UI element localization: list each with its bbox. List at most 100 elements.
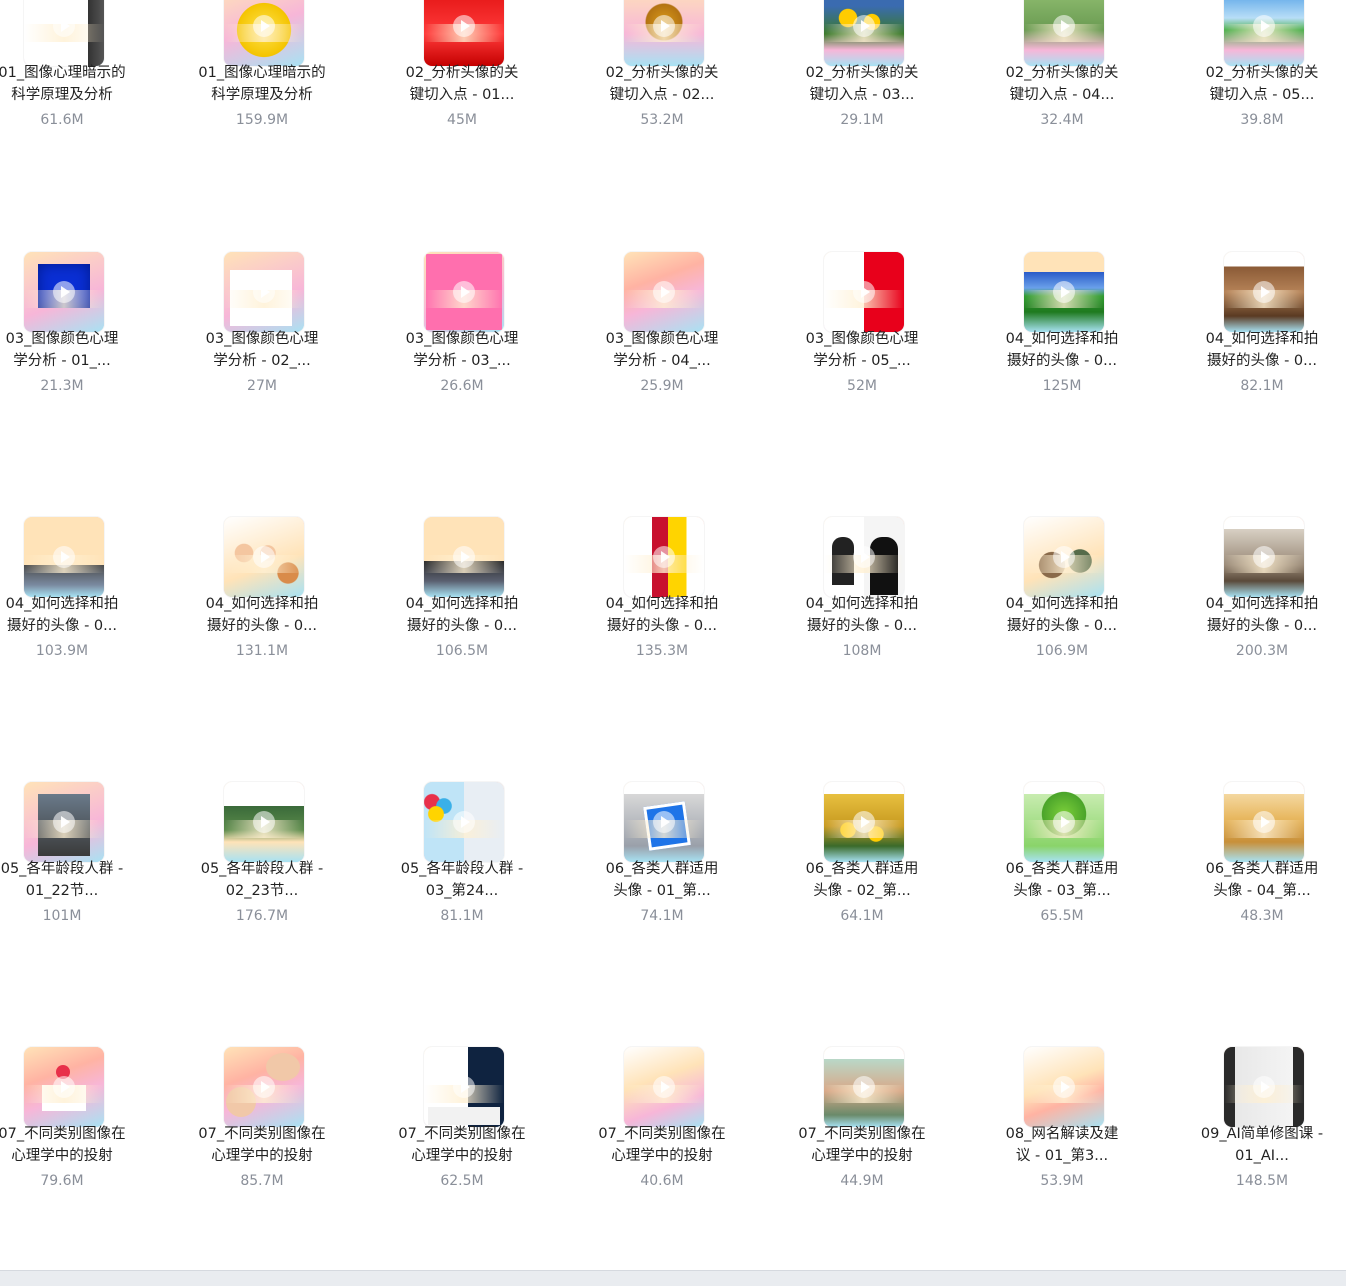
play-icon: [653, 281, 675, 303]
play-icon: [1053, 281, 1075, 303]
video-thumbnail[interactable]: [24, 0, 104, 66]
video-thumbnail[interactable]: [1224, 517, 1304, 597]
play-icon: [1253, 15, 1275, 37]
play-icon: [1053, 546, 1075, 568]
file-name: 04_如何选择和拍 摄好的头像 - 0...: [405, 596, 519, 634]
video-thumbnail[interactable]: [624, 252, 704, 332]
play-icon: [53, 546, 75, 568]
file-size: 45M: [447, 112, 477, 128]
play-icon: [1253, 811, 1275, 833]
file-name: 04_如何选择和拍 摄好的头像 - 0...: [1205, 596, 1319, 634]
play-icon: [853, 1076, 875, 1098]
video-thumbnail[interactable]: [824, 782, 904, 862]
file-name: 08_网名解读及建 议 - 01_第3...: [1005, 1126, 1119, 1164]
file-name: 01_图像心理暗示的 科学原理及分析: [0, 65, 126, 103]
play-icon: [453, 811, 475, 833]
file-size: 32.4M: [1040, 112, 1084, 128]
file-name: 03_图像颜色心理 学分析 - 04_...: [605, 331, 719, 369]
file-size: 85.7M: [240, 1173, 284, 1189]
video-thumbnail[interactable]: [1224, 252, 1304, 332]
video-thumbnail[interactable]: [824, 0, 904, 66]
video-thumbnail[interactable]: [24, 252, 104, 332]
bottom-status-bar: [0, 1270, 1346, 1286]
video-thumbnail[interactable]: [624, 517, 704, 597]
file-size: 61.6M: [40, 112, 84, 128]
play-icon: [1253, 546, 1275, 568]
file-size: 62.5M: [440, 1173, 484, 1189]
video-thumbnail[interactable]: [24, 782, 104, 862]
file-size: 44.9M: [840, 1173, 884, 1189]
file-size: 52M: [847, 378, 877, 394]
video-thumbnail[interactable]: [624, 0, 704, 66]
file-size: 39.8M: [1240, 112, 1284, 128]
play-icon: [1053, 1076, 1075, 1098]
play-icon: [253, 15, 275, 37]
video-thumbnail[interactable]: [1024, 252, 1104, 332]
play-icon: [453, 546, 475, 568]
file-size: 106.5M: [435, 643, 489, 659]
video-thumbnail[interactable]: [424, 252, 504, 332]
video-thumbnail[interactable]: [224, 782, 304, 862]
file-name: 01_图像心理暗示的 科学原理及分析: [198, 65, 326, 103]
video-thumbnail[interactable]: [424, 782, 504, 862]
file-size: 108M: [842, 643, 882, 659]
file-size: 29.1M: [840, 112, 884, 128]
video-thumbnail[interactable]: [224, 1047, 304, 1127]
play-icon: [853, 811, 875, 833]
video-thumbnail[interactable]: [1224, 0, 1304, 66]
file-name: 09_AI简单修图课 - 01_AI...: [1200, 1126, 1324, 1164]
video-thumbnail[interactable]: [424, 0, 504, 66]
file-size: 21.3M: [40, 378, 84, 394]
file-name: 04_如何选择和拍 摄好的头像 - 0...: [605, 596, 719, 634]
play-icon: [1253, 281, 1275, 303]
video-thumbnail[interactable]: [1224, 1047, 1304, 1127]
file-size: 25.9M: [640, 378, 684, 394]
play-icon: [253, 1076, 275, 1098]
video-thumbnail[interactable]: [1024, 782, 1104, 862]
video-thumbnail[interactable]: [224, 0, 304, 66]
video-thumbnail[interactable]: [1224, 782, 1304, 862]
file-name: 07_不同类别图像在 心理学中的投射: [398, 1126, 526, 1164]
file-size: 27M: [247, 378, 277, 394]
file-size: 40.6M: [640, 1173, 684, 1189]
file-size: 79.6M: [40, 1173, 84, 1189]
video-thumbnail[interactable]: [224, 252, 304, 332]
video-thumbnail[interactable]: [24, 1047, 104, 1127]
video-thumbnail[interactable]: [1024, 517, 1104, 597]
video-thumbnail[interactable]: [624, 1047, 704, 1127]
video-thumbnail[interactable]: [424, 1047, 504, 1127]
vertical-scrollbar[interactable]: [1342, 0, 1346, 1270]
file-size: 65.5M: [1040, 908, 1084, 924]
video-thumbnail[interactable]: [424, 517, 504, 597]
video-thumbnail[interactable]: [824, 517, 904, 597]
file-size: 106.9M: [1035, 643, 1089, 659]
file-name: 04_如何选择和拍 摄好的头像 - 0...: [1005, 596, 1119, 634]
file-name: 04_如何选择和拍 摄好的头像 - 0...: [1205, 331, 1319, 369]
file-name: 02_分析头像的关 键切入点 - 03...: [805, 65, 919, 103]
play-icon: [253, 281, 275, 303]
file-name: 04_如何选择和拍 摄好的头像 - 0...: [5, 596, 119, 634]
video-thumbnail[interactable]: [824, 1047, 904, 1127]
video-thumbnail[interactable]: [1024, 1047, 1104, 1127]
file-size: 101M: [42, 908, 82, 924]
video-thumbnail[interactable]: [624, 782, 704, 862]
file-name: 04_如何选择和拍 摄好的头像 - 0...: [205, 596, 319, 634]
play-icon: [853, 281, 875, 303]
play-icon: [1253, 1076, 1275, 1098]
file-size: 131.1M: [235, 643, 289, 659]
file-name: 05_各年龄段人群 - 01_22节...: [0, 861, 124, 899]
file-name: 02_分析头像的关 键切入点 - 05...: [1205, 65, 1319, 103]
video-thumbnail[interactable]: [224, 517, 304, 597]
file-size: 103.9M: [35, 643, 89, 659]
file-size: 200.3M: [1235, 643, 1289, 659]
play-icon: [653, 15, 675, 37]
file-name: 05_各年龄段人群 - 02_23节...: [200, 861, 324, 899]
play-icon: [1053, 15, 1075, 37]
video-thumbnail[interactable]: [824, 252, 904, 332]
file-name: 06_各类人群适用 头像 - 04_第...: [1205, 861, 1319, 899]
file-name: 04_如何选择和拍 摄好的头像 - 0...: [1005, 331, 1119, 369]
video-thumbnail[interactable]: [1024, 0, 1104, 66]
file-name: 06_各类人群适用 头像 - 01_第...: [605, 861, 719, 899]
video-thumbnail[interactable]: [24, 517, 104, 597]
file-name: 07_不同类别图像在 心理学中的投射: [798, 1126, 926, 1164]
